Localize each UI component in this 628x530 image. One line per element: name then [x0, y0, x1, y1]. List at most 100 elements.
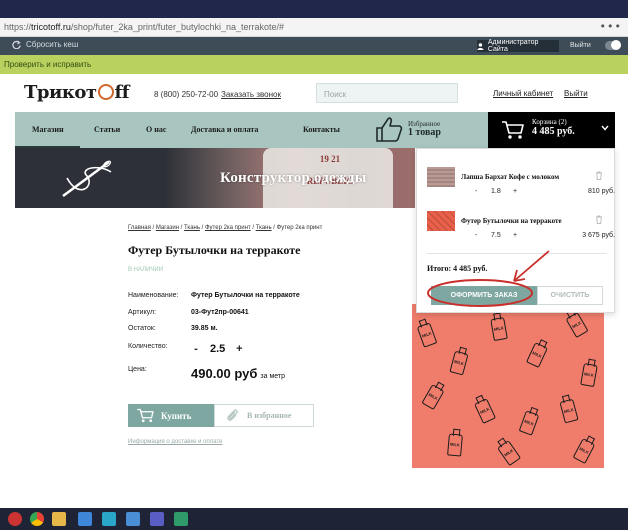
admin-exit-link[interactable]: Выйти — [570, 42, 591, 49]
bottle-text: MILK — [421, 330, 433, 339]
breadcrumb-link[interactable]: Ткань — [184, 225, 200, 231]
url-prefix: https:// — [4, 22, 32, 32]
reset-cache-label: Сбросить кеш — [26, 40, 79, 49]
spec-label: Остаток: — [128, 325, 156, 332]
browser-tab-strip — [0, 0, 628, 18]
wishlist-link[interactable]: Избранное 1 товар — [375, 116, 441, 143]
thumbs-up-icon — [376, 117, 403, 142]
bottle-text: MILK — [453, 358, 465, 367]
bottle-print: MILK — [559, 398, 579, 424]
cart-qty-minus[interactable]: - — [475, 232, 477, 239]
search-input[interactable]: Поиск — [316, 83, 458, 103]
favorites-label: В избранное — [247, 411, 292, 420]
buy-button[interactable]: Купить — [128, 404, 214, 427]
breadcrumb-link[interactable]: Главная — [128, 225, 151, 231]
cart-qty-plus[interactable]: + — [513, 188, 517, 195]
nav-item-contacts[interactable]: Контакты — [303, 125, 340, 134]
cart-item-sum: 810 руб. — [588, 188, 615, 195]
breadcrumb: Главная / Магазин / Ткань / Футер 2ка пр… — [128, 225, 323, 231]
site-logo[interactable]: Трикот ff — [24, 82, 129, 103]
cart-qty-value[interactable]: 7.5 — [491, 232, 501, 239]
breadcrumb-link[interactable]: Ткань — [256, 225, 272, 231]
refresh-icon — [12, 40, 21, 49]
cart-total-header: 4 485 руб. — [532, 126, 575, 138]
breadcrumb-link[interactable]: Футер 2ка принт — [205, 225, 251, 231]
quantity-stepper: - 2.5 + — [191, 343, 244, 355]
nav-item-articles[interactable]: Статьи — [94, 125, 120, 134]
cart-item-sum: 3 675 руб. — [582, 232, 615, 239]
os-taskbar — [0, 508, 628, 530]
spec-label: Наименование: — [128, 292, 179, 299]
trash-icon[interactable] — [595, 171, 603, 180]
bottle-print: MILK — [572, 438, 596, 464]
app-icon[interactable] — [174, 512, 188, 526]
url-text[interactable]: https://tricotoff.ru/shop/futer_2ka_prin… — [4, 22, 284, 32]
chrome-icon[interactable] — [30, 512, 44, 526]
folder-icon[interactable] — [52, 512, 66, 526]
breadcrumb-current: Футер 2ка принт — [276, 225, 323, 231]
bottle-print: MILK — [416, 322, 438, 348]
trash-icon[interactable] — [595, 215, 603, 224]
callback-link[interactable]: Заказать звонок — [221, 90, 281, 99]
cart-qty-value[interactable]: 1.8 — [491, 188, 501, 195]
nav-item-shop[interactable]: Магазин — [32, 125, 64, 134]
bottle-print: MILK — [496, 439, 522, 467]
url-path: /shop/futer_2ka_print/futer_butylochki_n… — [70, 22, 285, 32]
nav-item-about[interactable]: О нас — [146, 125, 166, 134]
notice-bar: Проверить и исправить — [0, 55, 628, 74]
bottle-text: MILK — [563, 406, 575, 415]
cart-qty-minus[interactable]: - — [475, 188, 477, 195]
notice-link[interactable]: Проверить и исправить — [4, 60, 91, 69]
checkout-button[interactable]: ОФОРМИТЬ ЗАКАЗ — [431, 286, 537, 305]
bottle-text: MILK — [479, 406, 491, 415]
bottle-text: MILK — [523, 418, 535, 427]
reset-cache-button[interactable]: Сбросить кеш — [12, 40, 78, 49]
cart-item-thumbnail[interactable] — [427, 167, 455, 187]
cart-item-thumbnail[interactable] — [427, 211, 455, 231]
app-icon[interactable] — [150, 512, 164, 526]
bottle-text: MILK — [571, 320, 583, 330]
needle-thread-icon — [62, 160, 112, 198]
yandex-browser-icon[interactable] — [8, 512, 22, 526]
qty-value[interactable]: 2.5 — [210, 343, 225, 355]
bottle-print: MILK — [421, 383, 445, 411]
logout-link[interactable]: Выйти — [564, 89, 588, 98]
cart-label: Корзина (2) — [532, 118, 567, 126]
clear-cart-button[interactable]: ОЧИСТИТЬ — [537, 286, 603, 305]
phone-number[interactable]: 8 (800) 250-72-00 — [154, 90, 218, 99]
wishlist-count: 1 товар — [408, 126, 441, 138]
nav-item-delivery[interactable]: Доставка и оплата — [191, 125, 258, 134]
spec-value: 39.85 м. — [191, 325, 218, 332]
cart-total: Итого: 4 485 руб. — [427, 264, 488, 273]
product-title: Футер Бутылочки на терракоте — [128, 243, 301, 257]
add-to-favorites-button[interactable]: В избранное — [214, 404, 314, 427]
app-icon[interactable] — [102, 512, 116, 526]
admin-toggle-switch[interactable] — [605, 40, 621, 50]
cart-button[interactable]: Корзина (2) 4 485 руб. — [488, 112, 615, 148]
delivery-info-link[interactable]: Информация о доставке и оплате — [128, 439, 222, 445]
price-unit: за метр — [260, 373, 286, 380]
cart-qty-plus[interactable]: + — [513, 232, 517, 239]
breadcrumb-link[interactable]: Магазин — [156, 225, 179, 231]
page-root: https://tricotoff.ru/shop/futer_2ka_prin… — [0, 0, 628, 530]
bottle-text: MILK — [427, 391, 439, 402]
logo-ring-icon — [97, 84, 114, 100]
browser-menu-icon[interactable]: ••• — [600, 20, 622, 33]
cart-item-name[interactable]: Лапша Бархат Кофе с молоком — [461, 173, 559, 181]
cart-item-name[interactable]: Футер Бутылочки на терракоте — [461, 217, 562, 225]
account-link[interactable]: Личный кабинет — [493, 89, 553, 98]
bottle-print: MILK — [580, 362, 598, 388]
chevron-down-icon[interactable] — [601, 125, 609, 131]
qty-plus-button[interactable]: + — [234, 343, 244, 355]
shirt-print-number: 19 21 — [319, 154, 341, 164]
app-icon[interactable] — [78, 512, 92, 526]
bottle-text: MILK — [578, 446, 590, 456]
product-image[interactable]: MILK MILK MILK MILK MILK MILK MILK MILK … — [412, 304, 604, 468]
qty-minus-button[interactable]: - — [191, 343, 201, 355]
admin-user-button[interactable]: Администратор Сайта — [477, 39, 559, 53]
bottle-print: MILK — [449, 350, 469, 376]
browser-address-bar[interactable]: https://tricotoff.ru/shop/futer_2ka_prin… — [0, 18, 628, 37]
calculator-icon[interactable] — [126, 512, 140, 526]
banner-title: Конструктор одежды — [220, 170, 367, 186]
price-label: Цена: — [128, 366, 147, 373]
